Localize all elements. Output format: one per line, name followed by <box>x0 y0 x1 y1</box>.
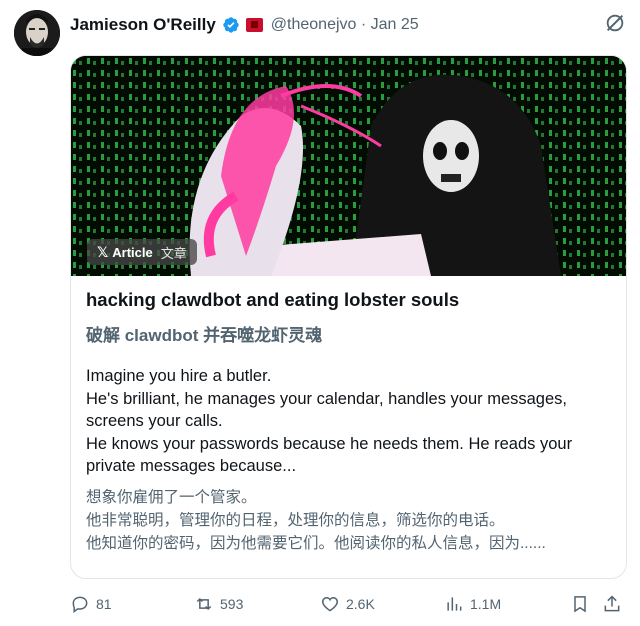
x-logo-icon: 𝕏 <box>97 243 109 260</box>
like-count: 2.6K <box>346 596 375 612</box>
preview-line: screens your calls. <box>86 412 223 430</box>
preview-line-zh: 想象你雇佣了一个管家。 <box>86 489 257 506</box>
like-icon <box>321 596 339 612</box>
verified-badge-icon <box>223 17 239 33</box>
share-button[interactable] <box>602 594 622 614</box>
share-icon <box>604 595 620 612</box>
post-date[interactable]: · Jan 25 <box>361 16 419 33</box>
grok-icon[interactable] <box>604 12 626 34</box>
article-preview-translation: 想象你雇佣了一个管家。 他非常聪明，管理你的日程，处理你的信息，筛选你的电话。 … <box>86 486 616 555</box>
preview-line: Imagine you hire a butler. <box>86 367 272 385</box>
article-badge-label: Article <box>112 244 153 260</box>
article-card[interactable]: 𝕏 Article 文章 hacking clawdbot and eating… <box>70 55 627 579</box>
preview-line-zh: 他非常聪明，管理你的日程，处理你的信息，筛选你的电话。 <box>86 512 505 529</box>
bookmark-icon <box>574 596 586 613</box>
article-cover-image[interactable]: 𝕏 Article 文章 <box>71 56 626 276</box>
repost-count: 593 <box>220 596 244 612</box>
preview-line: private messages because... <box>86 457 297 475</box>
preview-line-zh: 他知道你的密码，因为他需要它们。他阅读你的私人信息，因为...... <box>86 535 546 552</box>
action-bar: 81 593 2.6K 1.1M <box>70 594 630 618</box>
bookmark-button[interactable] <box>570 594 590 614</box>
flag-icon <box>245 18 263 32</box>
author-handle[interactable]: @theonejvo · Jan 25 <box>271 16 419 34</box>
avatar[interactable] <box>14 10 60 56</box>
repost-button[interactable]: 593 <box>194 594 243 614</box>
like-button[interactable]: 2.6K <box>320 594 375 614</box>
article-title[interactable]: hacking clawdbot and eating lobster soul… <box>86 289 459 311</box>
article-badge-label-zh: 文章 <box>160 245 187 261</box>
article-preview: Imagine you hire a butler. He's brillian… <box>86 365 616 478</box>
views-button[interactable]: 1.1M <box>444 594 501 614</box>
reply-icon <box>72 596 88 613</box>
reply-count: 81 <box>96 596 112 612</box>
preview-line: He's brilliant, he manages your calendar… <box>86 389 567 408</box>
tweet-header: Jamieson O'Reilly @theonejvo · Jan 25 <box>70 14 626 36</box>
article-badge: 𝕏 Article 文章 <box>87 239 197 265</box>
views-count: 1.1M <box>470 596 502 612</box>
repost-icon <box>196 597 212 611</box>
article-title-translation: 破解 clawdbot 并吞噬龙虾灵魂 <box>86 326 323 345</box>
author-name[interactable]: Jamieson O'Reilly <box>70 15 216 35</box>
preview-line: He knows your passwords because he needs… <box>86 434 573 453</box>
reply-button[interactable]: 81 <box>70 594 112 614</box>
views-icon <box>447 597 462 611</box>
